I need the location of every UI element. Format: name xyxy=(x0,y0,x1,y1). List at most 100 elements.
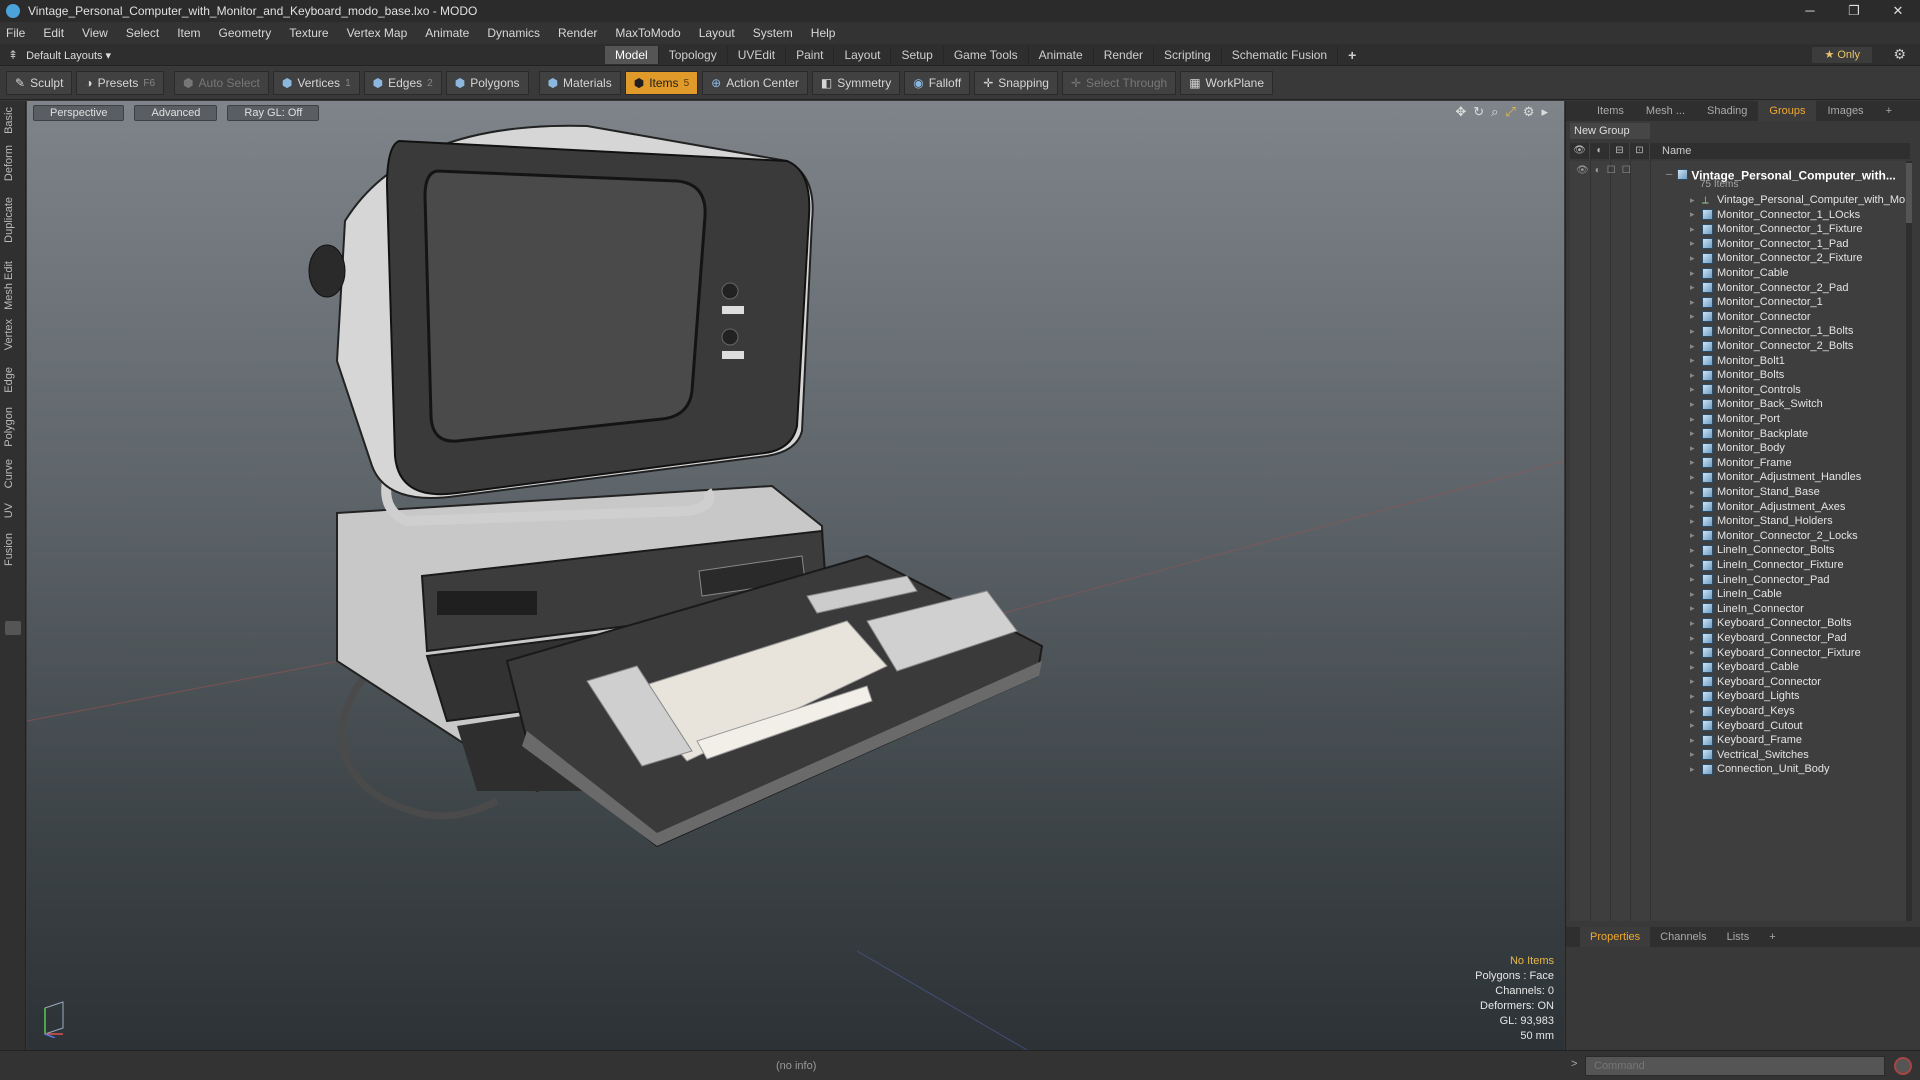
expand-arrow-icon[interactable]: ▸ xyxy=(1690,384,1698,395)
add-panel-tab-button[interactable]: + xyxy=(1875,101,1903,121)
falloff-button[interactable]: ◉ Falloff xyxy=(904,71,971,95)
tab-shading[interactable]: Shading xyxy=(1696,101,1758,121)
materials-button[interactable]: ⬢ Materials xyxy=(538,71,621,95)
tab-lists[interactable]: Lists xyxy=(1717,927,1760,947)
only-toggle[interactable]: ★ Only xyxy=(1812,47,1872,63)
menu-file[interactable]: File xyxy=(6,26,25,40)
new-group-button[interactable]: New Group xyxy=(1570,123,1650,139)
add-properties-tab-button[interactable]: + xyxy=(1759,927,1785,947)
presets-button[interactable]: ◑ Presets F6 xyxy=(76,71,165,95)
expand-arrow-icon[interactable]: ▸ xyxy=(1690,238,1698,249)
expand-arrow-icon[interactable]: ▸ xyxy=(1690,472,1698,483)
lock-column-icon[interactable]: ⊟ xyxy=(1610,143,1630,159)
render-column-icon[interactable]: ◐ xyxy=(1590,143,1610,159)
pan-icon[interactable]: ✥ xyxy=(1455,104,1466,120)
group-list-item[interactable]: ▸ Connection_Unit_Body xyxy=(1690,760,1830,778)
expand-arrow-icon[interactable]: ▸ xyxy=(1690,414,1698,425)
minimize-button[interactable]: ─ xyxy=(1788,0,1832,22)
expand-arrow-icon[interactable]: ▸ xyxy=(1690,370,1698,381)
expand-arrow-icon[interactable]: ▸ xyxy=(1690,428,1698,439)
expand-arrow-icon[interactable]: ▸ xyxy=(1690,399,1698,410)
left-tab-basic[interactable]: Basic xyxy=(3,107,23,134)
expand-arrow-icon[interactable]: ▸ xyxy=(1690,209,1698,220)
tab-uvedit[interactable]: UVEdit xyxy=(728,46,787,64)
items-button[interactable]: ⬢ Items 5 xyxy=(624,71,699,95)
expand-arrow-icon[interactable]: ▸ xyxy=(1690,501,1698,512)
left-tab-curve[interactable]: Curve xyxy=(3,459,23,488)
expand-arrow-icon[interactable]: ▸ xyxy=(1690,574,1698,585)
expand-arrow-icon[interactable]: ▸ xyxy=(1690,195,1698,206)
viewport-menu-arrow-icon[interactable]: ▸ xyxy=(1541,104,1548,120)
menu-geometry[interactable]: Geometry xyxy=(219,26,272,40)
tab-layout[interactable]: Layout xyxy=(834,46,892,64)
expand-arrow-icon[interactable]: ▸ xyxy=(1690,530,1698,541)
menu-select[interactable]: Select xyxy=(126,26,159,40)
action-center-button[interactable]: ⊕ Action Center xyxy=(702,71,808,95)
workplane-button[interactable]: ▦ WorkPlane xyxy=(1180,71,1274,95)
tab-topology[interactable]: Topology xyxy=(659,46,728,64)
tab-scripting[interactable]: Scripting xyxy=(1154,46,1222,64)
tab-model[interactable]: Model xyxy=(605,46,659,64)
select-column-icon[interactable]: ⊡ xyxy=(1630,143,1650,159)
expand-arrow-icon[interactable]: ▸ xyxy=(1690,282,1698,293)
expand-arrow-icon[interactable]: ▸ xyxy=(1690,355,1698,366)
expand-arrow-icon[interactable]: ▸ xyxy=(1690,545,1698,556)
menu-maxtomodo[interactable]: MaxToModo xyxy=(615,26,680,40)
edges-button[interactable]: ⬢ Edges 2 xyxy=(363,71,442,95)
menu-system[interactable]: System xyxy=(753,26,793,40)
expand-arrow-icon[interactable]: ▸ xyxy=(1690,311,1698,322)
menu-vertex-map[interactable]: Vertex Map xyxy=(347,26,408,40)
menu-render[interactable]: Render xyxy=(558,26,597,40)
view-type-button[interactable]: Perspective xyxy=(33,105,125,121)
expand-arrow-icon[interactable]: ▸ xyxy=(1690,457,1698,468)
root-expand-icon[interactable]: ─ xyxy=(1666,169,1672,179)
shading-style-button[interactable]: Advanced xyxy=(134,105,218,121)
3d-viewport[interactable]: Perspective Advanced Ray GL: Off ✥ ↻ ⌕ ⤢… xyxy=(27,101,1564,1050)
expand-arrow-icon[interactable]: ▸ xyxy=(1690,735,1698,746)
expand-arrow-icon[interactable]: ▸ xyxy=(1690,443,1698,454)
left-tab-polygon[interactable]: Polygon xyxy=(3,407,23,447)
expand-arrow-icon[interactable]: ▸ xyxy=(1690,224,1698,235)
tab-channels[interactable]: Channels xyxy=(1650,927,1716,947)
name-column-header[interactable]: Name xyxy=(1650,145,1691,157)
expand-arrow-icon[interactable]: ▸ xyxy=(1690,662,1698,673)
menu-help[interactable]: Help xyxy=(811,26,836,40)
left-tab-uv[interactable]: UV xyxy=(3,503,23,518)
add-tab-button[interactable]: + xyxy=(1338,46,1366,64)
left-panel-toggle[interactable] xyxy=(5,621,21,635)
tab-items[interactable]: Items xyxy=(1586,101,1635,121)
command-history-button[interactable] xyxy=(1894,1057,1912,1075)
menu-dynamics[interactable]: Dynamics xyxy=(487,26,540,40)
expand-arrow-icon[interactable]: ▸ xyxy=(1690,326,1698,337)
expand-arrow-icon[interactable]: ▸ xyxy=(1690,516,1698,527)
root-render-icon[interactable]: ◐ xyxy=(1595,165,1601,176)
expand-arrow-icon[interactable]: ▸ xyxy=(1690,253,1698,264)
tab-animate[interactable]: Animate xyxy=(1029,46,1094,64)
expand-arrow-icon[interactable]: ▸ xyxy=(1690,720,1698,731)
tab-game-tools[interactable]: Game Tools xyxy=(944,46,1029,64)
expand-arrow-icon[interactable]: ▸ xyxy=(1690,618,1698,629)
rotate-icon[interactable]: ↻ xyxy=(1473,104,1484,120)
layout-toggle-icon[interactable]: ⇞ xyxy=(8,48,18,62)
raygl-button[interactable]: Ray GL: Off xyxy=(227,105,320,121)
snapping-button[interactable]: ✛ Snapping xyxy=(974,71,1058,95)
expand-arrow-icon[interactable]: ▸ xyxy=(1690,589,1698,600)
zoom-icon[interactable]: ⌕ xyxy=(1491,104,1498,120)
expand-arrow-icon[interactable]: ▸ xyxy=(1690,633,1698,644)
root-lock-icon[interactable]: ☐ xyxy=(1607,165,1616,176)
fit-icon[interactable]: ⤢ xyxy=(1505,104,1515,120)
expand-arrow-icon[interactable]: ▸ xyxy=(1690,268,1698,279)
tab-groups[interactable]: Groups xyxy=(1758,101,1817,121)
scrollbar-thumb[interactable] xyxy=(1906,163,1912,223)
sculpt-button[interactable]: ✎ Sculpt xyxy=(6,71,73,95)
left-tab-edge[interactable]: Edge xyxy=(3,367,23,393)
expand-arrow-icon[interactable]: ▸ xyxy=(1690,706,1698,717)
expand-arrow-icon[interactable]: ▸ xyxy=(1690,487,1698,498)
close-button[interactable]: ✕ xyxy=(1876,0,1920,22)
expand-arrow-icon[interactable]: ▸ xyxy=(1690,676,1698,687)
expand-arrow-icon[interactable]: ▸ xyxy=(1690,341,1698,352)
auto-select-button[interactable]: ⬢ Auto Select xyxy=(174,71,269,95)
expand-arrow-icon[interactable]: ▸ xyxy=(1690,749,1698,760)
vertices-button[interactable]: ⬢ Vertices 1 xyxy=(272,71,360,95)
expand-arrow-icon[interactable]: ▸ xyxy=(1690,297,1698,308)
